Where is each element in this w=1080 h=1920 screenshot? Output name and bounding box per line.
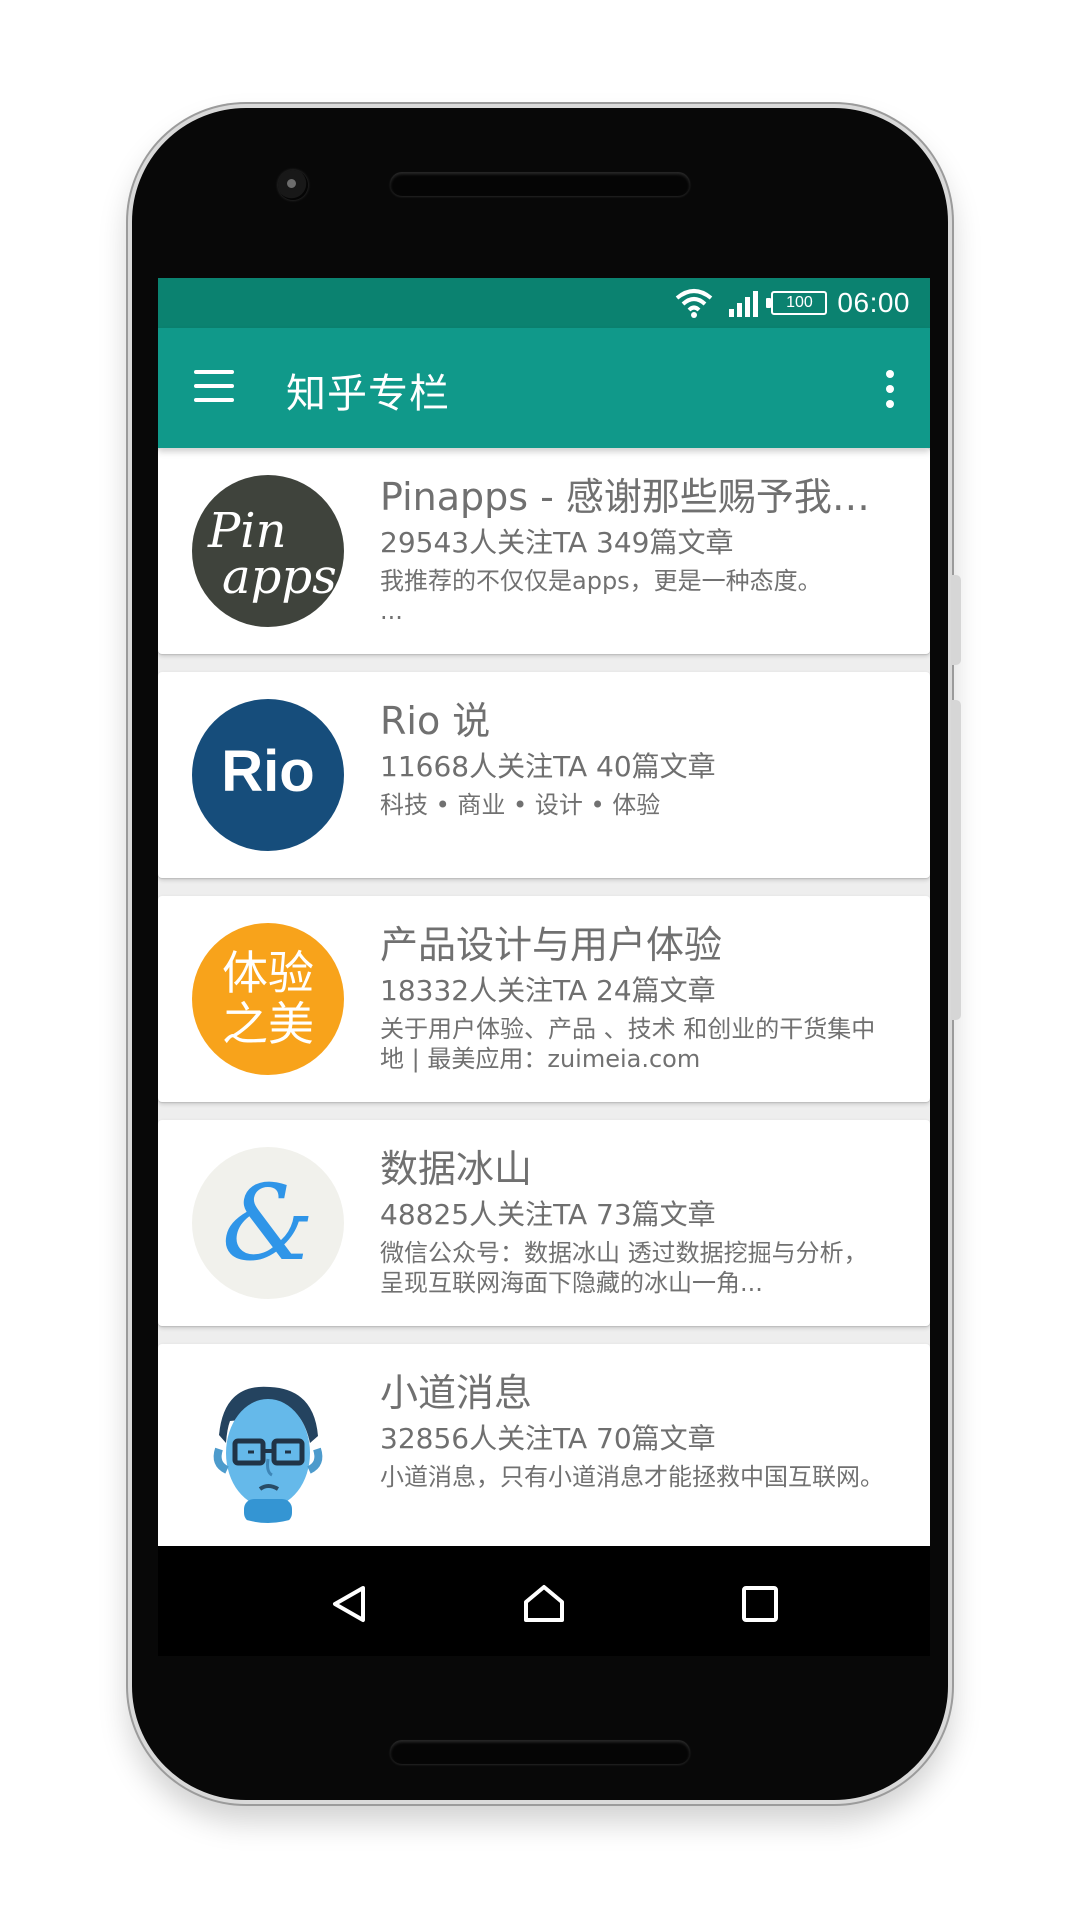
wifi-icon — [676, 289, 713, 318]
column-stats: 32856人关注TA 70篇文章 — [380, 1422, 716, 1455]
product-design-logo-text-1: 体验 — [222, 946, 314, 1000]
status-bar: 100 06:00 — [158, 278, 930, 328]
column-stats: 11668人关注TA 40篇文章 — [380, 750, 716, 783]
column-description: 小道消息，只有小道消息才能拯救中国互联网。 — [380, 1463, 884, 1491]
column-title: 产品设计与用户体验 — [380, 923, 723, 967]
column-stats: 29543人关注TA 349篇文章 — [380, 526, 734, 559]
rio-avatar: Rio — [192, 699, 344, 851]
column-title: 小道消息 — [380, 1371, 533, 1415]
ampersand-logo-icon: & — [222, 1162, 315, 1284]
page-title: 知乎专栏 — [286, 371, 450, 417]
column-card-pinapps[interactable]: Pin apps Pinapps - 感谢那些赐予我们... 29543人关注T… — [158, 448, 930, 654]
app-bar: 知乎专栏 — [158, 328, 930, 448]
column-card-text: 小道消息 32856人关注TA 70篇文章 小道消息，只有小道消息才能拯救中国互… — [380, 1370, 890, 1492]
column-card-rio[interactable]: Rio Rio 说 11668人关注TA 40篇文章 科技 • 商业 • 设计 … — [158, 672, 930, 878]
signal-icon — [729, 291, 759, 317]
column-description: 关于用户体验、产品 、技术 和创业的干货集中地 | 最美应用：zuimeia.c… — [380, 1015, 876, 1073]
column-title: Pinapps - 感谢那些赐予我们... — [380, 475, 890, 519]
home-icon[interactable] — [520, 1580, 568, 1628]
column-stats: 18332人关注TA 24篇文章 — [380, 974, 716, 1007]
column-card-text: Rio 说 11668人关注TA 40篇文章 科技 • 商业 • 设计 • 体验 — [380, 698, 890, 820]
column-title: 数据冰山 — [380, 1147, 533, 1191]
product-design-logo-text-2: 之美 — [222, 997, 314, 1051]
xiaodao-avatar — [192, 1371, 344, 1523]
app-screen: 100 06:00 知乎专栏 Pin apps Pinapps - 感谢那些赐予… — [158, 278, 930, 1546]
pinapps-logo-icon: Pin apps — [207, 503, 337, 605]
column-card-xiaodao[interactable]: 小道消息 32856人关注TA 70篇文章 小道消息，只有小道消息才能拯救中国互… — [158, 1344, 930, 1546]
back-icon[interactable] — [324, 1580, 372, 1628]
phone-side-button — [951, 575, 961, 665]
android-navigation-bar — [158, 1546, 930, 1656]
status-icons: 100 06:00 — [673, 287, 910, 319]
front-camera — [278, 170, 308, 200]
column-title: Rio 说 — [380, 699, 491, 743]
product-design-logo-icon: 体验 之美 — [222, 946, 314, 1051]
data-iceberg-logo-text: & — [222, 1162, 315, 1284]
status-time: 06:00 — [837, 287, 910, 318]
battery-level: 100 — [786, 294, 813, 311]
top-speaker — [390, 172, 690, 196]
person-avatar-icon — [213, 1386, 323, 1523]
rio-logo-text: Rio — [221, 739, 314, 804]
column-card-text: Pinapps - 感谢那些赐予我们... 29543人关注TA 349篇文章 … — [380, 474, 890, 626]
column-card-product-design[interactable]: 体验 之美 产品设计与用户体验 18332人关注TA 24篇文章 关于用户体验、… — [158, 896, 930, 1102]
column-description: 科技 • 商业 • 设计 • 体验 — [380, 791, 661, 819]
bottom-speaker — [390, 1740, 690, 1764]
battery-icon: 100 — [766, 291, 828, 315]
column-description: 微信公众号：数据冰山 透过数据挖掘与分析，呈现互联网海面下隐藏的冰山一角... — [380, 1239, 868, 1297]
rio-logo-icon: Rio — [221, 739, 314, 804]
phone-volume-button — [951, 700, 961, 1020]
data-iceberg-avatar: & — [192, 1147, 344, 1299]
pinapps-avatar: Pin apps — [192, 475, 344, 627]
column-stats: 48825人关注TA 73篇文章 — [380, 1198, 716, 1231]
menu-icon[interactable] — [194, 370, 234, 406]
pinapps-logo-text-2: apps — [222, 549, 337, 605]
recents-icon[interactable] — [736, 1580, 784, 1628]
column-card-data-iceberg[interactable]: & 数据冰山 48825人关注TA 73篇文章 微信公众号：数据冰山 透过数据挖… — [158, 1120, 930, 1326]
more-vert-icon[interactable] — [882, 370, 898, 410]
column-description: 我推荐的不仅仅是apps，更是一种态度。 ... — [380, 567, 822, 625]
column-card-text: 产品设计与用户体验 18332人关注TA 24篇文章 关于用户体验、产品 、技术… — [380, 922, 890, 1074]
product-design-avatar: 体验 之美 — [192, 923, 344, 1075]
column-card-text: 数据冰山 48825人关注TA 73篇文章 微信公众号：数据冰山 透过数据挖掘与… — [380, 1146, 890, 1298]
